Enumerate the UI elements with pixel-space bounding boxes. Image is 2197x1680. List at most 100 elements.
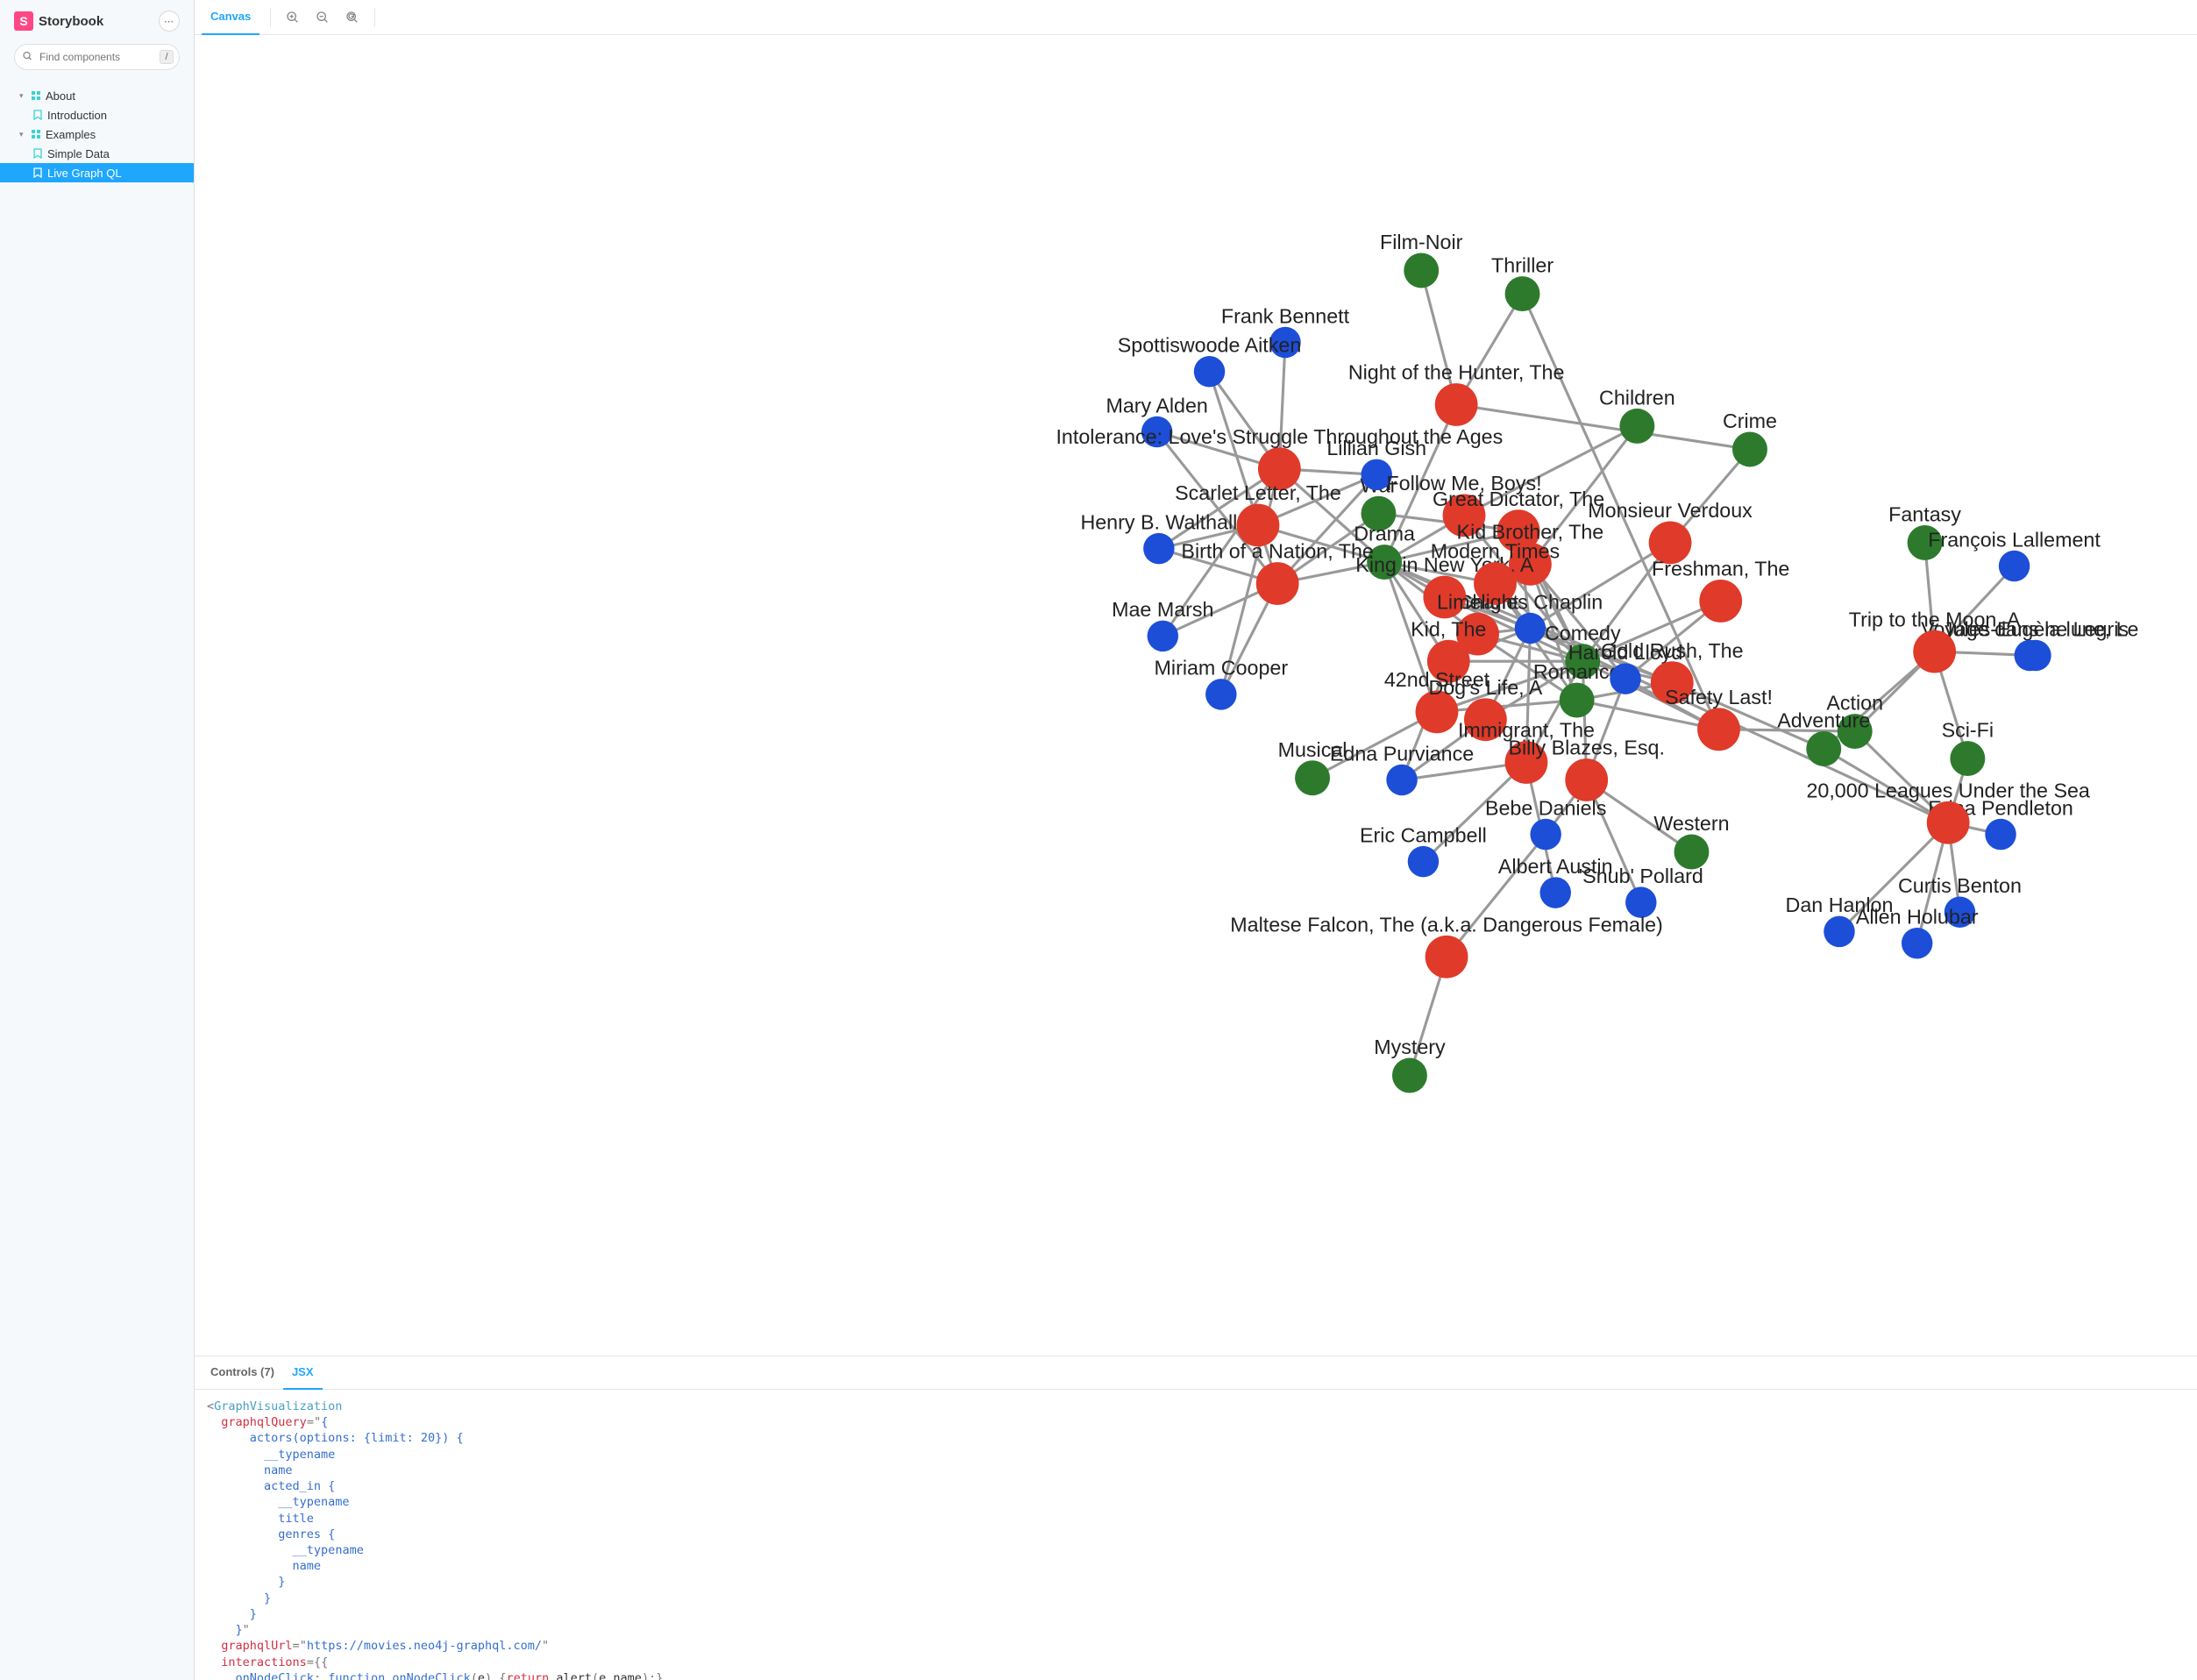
tree-item-introduction[interactable]: Introduction — [0, 105, 194, 125]
graph-edge — [1447, 835, 1546, 957]
graph-node[interactable] — [1237, 504, 1280, 547]
graph-edge — [1530, 426, 1637, 564]
graph-node[interactable] — [1619, 409, 1654, 444]
panel-tab-controls[interactable]: Controls (7) — [202, 1356, 283, 1390]
tab-canvas[interactable]: Canvas — [202, 0, 260, 35]
graph-node-label: François Lallement — [1928, 528, 2101, 551]
graph-node-label: Mystery — [1374, 1036, 1446, 1058]
graph-node[interactable] — [1269, 327, 1300, 358]
story-icon — [32, 167, 44, 178]
graph-node[interactable] — [1386, 765, 1417, 795]
graph-node[interactable] — [1515, 613, 1546, 644]
panel-tab-jsx[interactable]: JSX — [283, 1356, 323, 1390]
graph-node[interactable] — [1945, 897, 1975, 928]
graph-node-label: Eric Campbell — [1360, 823, 1487, 846]
graph-node-label: Trip to the Moon, A — [1849, 608, 2021, 630]
graph-edge — [1464, 426, 1637, 516]
graph-node[interactable] — [1367, 545, 1402, 580]
panel-tabs: Controls (7) JSX — [195, 1356, 2197, 1390]
tree-label: Examples — [46, 128, 96, 141]
zoom-out-button[interactable] — [311, 6, 334, 29]
graph-node[interactable] — [1423, 576, 1466, 619]
graph-node[interactable] — [1361, 459, 1391, 490]
graph-node[interactable] — [1258, 447, 1301, 490]
graph-node-label: Film-Noir — [1380, 231, 1463, 253]
graph-node[interactable] — [1427, 640, 1470, 683]
graph-node[interactable] — [1908, 525, 1943, 560]
graph-node[interactable] — [1539, 877, 1570, 908]
graph-node[interactable] — [1674, 835, 1709, 870]
zoom-reset-button[interactable] — [341, 6, 364, 29]
graph-node[interactable] — [1148, 621, 1178, 651]
graph-node-label: Fantasy — [1888, 503, 1961, 526]
tree-label: Introduction — [47, 109, 107, 122]
graph-node[interactable] — [1408, 846, 1439, 877]
graph-node[interactable] — [1443, 494, 1486, 537]
graph-node[interactable] — [1295, 760, 1330, 795]
graph-edge — [1423, 763, 1526, 862]
tree-item-examples[interactable]: ▾ Examples — [0, 125, 194, 144]
graph-node[interactable] — [1143, 533, 1174, 564]
graph-node[interactable] — [1530, 819, 1561, 850]
search-input-wrap[interactable]: / — [14, 44, 180, 70]
graph-node[interactable] — [1404, 253, 1439, 288]
graph-node[interactable] — [1392, 1058, 1427, 1093]
sidebar-header: S Storybook ⋯ — [0, 11, 194, 44]
graph-edge — [1839, 822, 1948, 931]
graph-node[interactable] — [1426, 936, 1468, 979]
graph-node[interactable] — [1474, 562, 1517, 605]
search-icon — [22, 51, 32, 64]
graph-node-label: Frank Bennett — [1221, 304, 1350, 327]
graph-node[interactable] — [1732, 432, 1767, 467]
graph-node[interactable] — [1435, 383, 1478, 426]
graph-node[interactable] — [2015, 640, 2045, 671]
app-root: S Storybook ⋯ / ▾ About — [0, 0, 2197, 1680]
graph-node-label: Thriller — [1491, 254, 1554, 277]
graph-node[interactable] — [1361, 496, 1396, 531]
graph-node[interactable] — [1902, 928, 1932, 958]
graph-node[interactable] — [1505, 741, 1548, 784]
graph-node[interactable] — [1999, 551, 2030, 581]
graph-node-label: Children — [1599, 386, 1675, 409]
graph-node[interactable] — [1565, 758, 1608, 801]
brand-name: Storybook — [39, 14, 103, 29]
graph-node[interactable] — [1256, 562, 1299, 605]
graph-node[interactable] — [1806, 731, 1841, 766]
toolbar-separator — [270, 8, 271, 27]
graph-node[interactable] — [1649, 522, 1692, 565]
tree-item-live-graphql[interactable]: Live Graph QL — [0, 163, 194, 182]
graph-node[interactable] — [1194, 356, 1225, 387]
graph-node[interactable] — [1838, 714, 1873, 749]
graph-node[interactable] — [1625, 886, 1656, 917]
search-input[interactable] — [39, 51, 172, 63]
graph-node[interactable] — [1565, 644, 1600, 679]
graph-node[interactable] — [1913, 630, 1956, 673]
graph-node[interactable] — [1651, 661, 1694, 704]
graph-node-label: Maltese Falcon, The (a.k.a. Dangerous Fe… — [1230, 913, 1663, 936]
graph-visualization[interactable]: Film-NoirThrillerChildrenCrimeFantasyWar… — [195, 35, 2197, 1356]
graph-node[interactable] — [1505, 276, 1540, 311]
graph-node[interactable] — [1699, 580, 1742, 623]
tree-item-about[interactable]: ▾ About — [0, 86, 194, 105]
graph-node[interactable] — [1927, 801, 1970, 844]
canvas-area[interactable]: Film-NoirThrillerChildrenCrimeFantasyWar… — [195, 35, 2197, 1356]
graph-node-label: Edna Purviance — [1330, 742, 1474, 765]
tree-item-simple-data[interactable]: Simple Data — [0, 144, 194, 163]
graph-node[interactable] — [1416, 690, 1459, 733]
graph-edge — [1577, 701, 1719, 730]
sidebar-menu-button[interactable]: ⋯ — [159, 11, 180, 32]
component-icon — [30, 130, 42, 139]
graph-node[interactable] — [1697, 708, 1740, 751]
graph-node[interactable] — [1141, 416, 1172, 447]
graph-node-label: Mae Marsh — [1112, 598, 1213, 621]
graph-node[interactable] — [1824, 916, 1854, 947]
graph-node[interactable] — [1464, 698, 1507, 741]
graph-node[interactable] — [1950, 741, 1985, 776]
graph-node[interactable] — [1610, 663, 1640, 694]
graph-node[interactable] — [1985, 819, 2016, 850]
graph-node[interactable] — [1560, 683, 1595, 718]
graph-node-label: Musical — [1278, 738, 1347, 761]
code-block[interactable]: <GraphVisualization graphqlQuery="{ acto… — [195, 1390, 2197, 1680]
graph-node[interactable] — [1205, 679, 1236, 709]
zoom-in-button[interactable] — [281, 6, 304, 29]
